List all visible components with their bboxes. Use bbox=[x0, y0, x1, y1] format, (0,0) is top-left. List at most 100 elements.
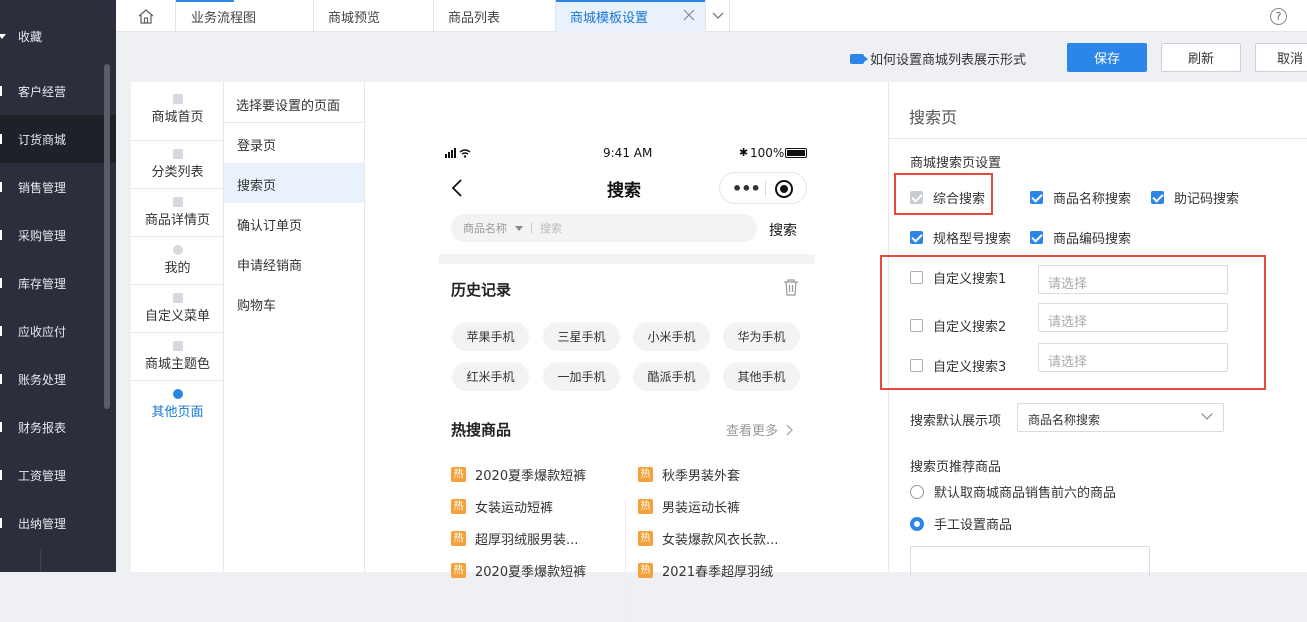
close-icon[interactable] bbox=[683, 9, 695, 21]
checkbox[interactable] bbox=[910, 231, 923, 244]
hot-item[interactable]: 热女装爆款风衣长款... bbox=[638, 529, 778, 548]
home-tab[interactable] bbox=[116, 0, 176, 32]
checkbox[interactable] bbox=[910, 191, 923, 204]
hot-title: 热搜商品 bbox=[451, 421, 512, 439]
hot-item[interactable]: 热超厚羽绒服男装... bbox=[451, 529, 578, 548]
sidebar-item-payroll[interactable]: 工资管理 bbox=[0, 451, 116, 499]
checkbox[interactable] bbox=[910, 319, 923, 332]
hot-item-label: 秋季男装外套 bbox=[662, 469, 741, 484]
custom-search-3-select[interactable]: 请选择 bbox=[1038, 343, 1228, 372]
hot-item[interactable]: 热男装运动长裤 bbox=[638, 497, 740, 516]
history-chip[interactable]: 其他手机 bbox=[723, 362, 800, 391]
sidebar-item-reports[interactable]: 财务报表 bbox=[0, 403, 116, 451]
menu-icon bbox=[0, 326, 6, 336]
radio-default-top-six[interactable]: 默认取商城商品销售前六的商品 bbox=[910, 482, 1116, 501]
custom-search-2-select[interactable]: 请选择 bbox=[1038, 303, 1228, 332]
sub-page-confirm-order[interactable]: 确认订单页 bbox=[224, 203, 364, 243]
sidebar-item-sales[interactable]: 销售管理 bbox=[0, 163, 116, 211]
bluetooth-icon: ✱ bbox=[739, 146, 749, 159]
history-chip[interactable]: 华为手机 bbox=[723, 322, 800, 351]
page-item-home[interactable]: 商城首页 bbox=[131, 82, 224, 141]
checkbox-custom-search-1[interactable]: 自定义搜索1 bbox=[910, 268, 1006, 287]
hot-item[interactable]: 热 2021春季超厚羽绒 bbox=[638, 561, 773, 580]
page-item-category[interactable]: 分类列表 bbox=[131, 141, 224, 189]
menu-icon bbox=[0, 422, 6, 432]
tab-process[interactable]: 业务流程图 bbox=[177, 0, 314, 32]
sidebar-item-label: 销售管理 bbox=[18, 180, 67, 195]
history-chip[interactable]: 一加手机 bbox=[543, 362, 620, 391]
phone-search-bar[interactable]: 商品名称 搜索 bbox=[451, 214, 757, 242]
cancel-button[interactable]: 取消 bbox=[1255, 43, 1307, 72]
search-category[interactable]: 商品名称 bbox=[463, 220, 507, 236]
close-capsule-icon[interactable] bbox=[775, 180, 793, 198]
phone-search-button[interactable]: 搜索 bbox=[769, 220, 797, 240]
hot-item[interactable]: 热秋季男装外套 bbox=[638, 465, 740, 484]
checkbox[interactable] bbox=[910, 359, 923, 372]
tab-mall-preview[interactable]: 商城预览 bbox=[314, 0, 434, 32]
page-item-theme[interactable]: 商城主题色 bbox=[131, 333, 224, 381]
checkbox-mnemonic-search[interactable]: 助记码搜索 bbox=[1151, 188, 1239, 207]
checkbox[interactable] bbox=[1151, 191, 1164, 204]
sidebar-item-inventory[interactable]: 库存管理 bbox=[0, 259, 116, 307]
help-icon[interactable]: ? bbox=[1270, 8, 1287, 25]
hot-more-link[interactable]: 查看更多 bbox=[726, 420, 794, 439]
sub-page-dealer[interactable]: 申请经销商 bbox=[224, 243, 364, 283]
battery-icon bbox=[785, 148, 807, 158]
more-icon[interactable]: ••• bbox=[732, 179, 761, 198]
tab-overflow-button[interactable] bbox=[706, 0, 730, 32]
page-list: 商城首页 分类列表 商品详情页 我的 自定义菜单 商城主题色 其他页面 bbox=[131, 82, 224, 572]
divider bbox=[40, 550, 41, 572]
sub-page-search[interactable]: 搜索页 bbox=[224, 163, 364, 203]
tab-template-settings[interactable]: 商城模板设置 bbox=[556, 0, 706, 32]
checkbox-spec-search[interactable]: 规格型号搜索 bbox=[910, 228, 1011, 247]
sub-page-title: 选择要设置的页面 bbox=[224, 82, 364, 123]
history-chip[interactable]: 三星手机 bbox=[543, 322, 620, 351]
checkbox-custom-search-3[interactable]: 自定义搜索3 bbox=[910, 356, 1006, 375]
radio-manual-products[interactable]: 手工设置商品 bbox=[910, 514, 1012, 533]
back-icon[interactable] bbox=[451, 179, 463, 197]
checkbox-combined-search[interactable]: 综合搜索 bbox=[910, 188, 985, 207]
sidebar-item-mall[interactable]: 订货商城 bbox=[0, 115, 116, 163]
page-item-detail[interactable]: 商品详情页 bbox=[131, 189, 224, 237]
mini-program-capsule[interactable]: ••• bbox=[719, 172, 807, 204]
hot-badge: 热 bbox=[638, 531, 653, 546]
default-display-select[interactable]: 商品名称搜索 bbox=[1017, 403, 1224, 432]
sidebar-item-purchase[interactable]: 采购管理 bbox=[0, 211, 116, 259]
checkbox[interactable] bbox=[1030, 191, 1043, 204]
radio[interactable] bbox=[910, 484, 924, 499]
history-chip[interactable]: 苹果手机 bbox=[452, 322, 529, 351]
hot-item[interactable]: 热女装运动短裤 bbox=[451, 497, 553, 516]
refresh-button[interactable]: 刷新 bbox=[1161, 43, 1241, 72]
search-placeholder: 搜索 bbox=[540, 222, 562, 235]
hot-item[interactable]: 热 2020夏季爆款短裤 bbox=[451, 465, 586, 484]
sub-page-login[interactable]: 登录页 bbox=[224, 123, 364, 163]
sidebar-item-favorites[interactable]: 收藏 bbox=[0, 12, 116, 60]
help-video-link[interactable]: 如何设置商城列表展示形式 bbox=[850, 49, 1026, 68]
radio[interactable] bbox=[910, 516, 924, 531]
sidebar-item-receivable[interactable]: 应收应付 bbox=[0, 307, 116, 355]
history-chip[interactable]: 小米手机 bbox=[633, 322, 710, 351]
menu-icon bbox=[0, 374, 6, 384]
custom-search-1-select[interactable]: 请选择 bbox=[1038, 265, 1228, 294]
page-item-custom-menu[interactable]: 自定义菜单 bbox=[131, 285, 224, 333]
checkbox-code-search[interactable]: 商品编码搜索 bbox=[1030, 228, 1131, 247]
trash-icon[interactable] bbox=[783, 278, 799, 296]
checkbox-name-search[interactable]: 商品名称搜索 bbox=[1030, 188, 1131, 207]
chevron-down-icon bbox=[712, 12, 723, 19]
sidebar-scrollbar[interactable] bbox=[104, 64, 110, 409]
sidebar-item-accounting[interactable]: 账务处理 bbox=[0, 355, 116, 403]
history-chip[interactable]: 红米手机 bbox=[452, 362, 529, 391]
checkbox[interactable] bbox=[910, 271, 923, 284]
tab-product-list[interactable]: 商品列表 bbox=[434, 0, 556, 32]
sidebar-item-cashier[interactable]: 出纳管理 bbox=[0, 499, 116, 547]
hot-item[interactable]: 热 2020夏季爆款短裤 bbox=[451, 561, 586, 580]
sidebar-item-customer[interactable]: 客户经营 bbox=[0, 67, 116, 115]
page-item-other[interactable]: 其他页面 bbox=[131, 381, 224, 429]
history-chip[interactable]: 酷派手机 bbox=[633, 362, 710, 391]
save-button[interactable]: 保存 bbox=[1067, 43, 1147, 72]
checkbox[interactable] bbox=[1030, 231, 1043, 244]
checkbox-custom-search-2[interactable]: 自定义搜索2 bbox=[910, 316, 1006, 335]
page-item-mine[interactable]: 我的 bbox=[131, 237, 224, 285]
sub-page-cart[interactable]: 购物车 bbox=[224, 283, 364, 323]
checkbox-label: 自定义搜索1 bbox=[933, 272, 1007, 287]
